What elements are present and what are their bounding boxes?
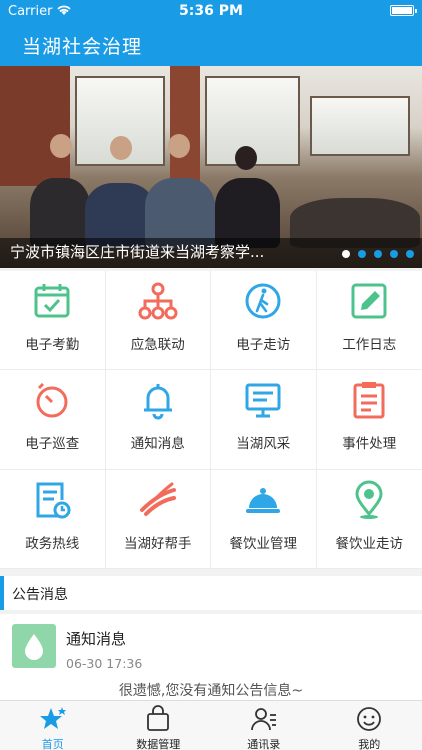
carousel-dot[interactable] <box>406 250 414 258</box>
bell-icon <box>138 380 178 420</box>
walking-person-icon <box>243 281 283 321</box>
food-cloche-icon <box>243 480 283 520</box>
grid-item-label: 电子走访 <box>236 337 291 353</box>
tab-profile[interactable]: 我的 <box>317 701 422 750</box>
grid-item-emergency[interactable]: 应急联动 <box>105 271 211 371</box>
tab-label: 通讯录 <box>247 738 281 750</box>
notice-date: 06-30 17:36 <box>66 656 143 671</box>
feature-grid: 电子考勤 应急联动 电子走访 工作日志 电子巡查 通知消息 当湖风采 事件处理 … <box>0 271 422 569</box>
notice-list-item[interactable]: 通知消息 06-30 17:36 很遗憾,您没有通知公告信息~ <box>0 614 422 700</box>
grid-item-label: 当湖好帮手 <box>124 535 192 552</box>
app-screen: Carrier 5:36 PM 当湖社会治理 宁波市镇海区庄市街道来当湖考察学.… <box>0 0 422 750</box>
grid-item-hotline[interactable]: 政务热线 <box>0 469 106 569</box>
grid-item-showcase[interactable]: 当湖风采 <box>211 370 317 470</box>
banner-caption[interactable]: 宁波市镇海区庄市街道来当湖考察学... <box>10 241 264 262</box>
tab-label: 我的 <box>358 738 381 750</box>
tab-label: 首页 <box>41 738 64 750</box>
grid-item-label: 当湖风采 <box>236 436 291 453</box>
photo-head <box>235 146 257 170</box>
section-title: 公告消息 <box>12 587 68 603</box>
photo-curtain <box>170 66 200 186</box>
swoosh-logo-icon <box>138 480 178 520</box>
grid-item-label: 工作日志 <box>342 337 397 353</box>
grid-item-attendance[interactable]: 电子考勤 <box>0 271 106 371</box>
stopwatch-icon <box>32 380 72 420</box>
tab-contacts[interactable]: 通讯录 <box>211 701 317 750</box>
grid-item-label: 餐饮业走访 <box>335 535 404 552</box>
star-icon <box>39 705 67 733</box>
bag-icon <box>144 705 172 733</box>
photo-head <box>50 134 72 158</box>
notice-section-header: 公告消息 <box>0 576 422 610</box>
carousel-dot[interactable] <box>374 250 382 258</box>
map-pin-icon <box>349 480 389 520</box>
bottom-tab-bar: 首页 数据管理 通讯录 我的 <box>0 700 422 750</box>
pencil-note-icon <box>349 281 389 321</box>
contacts-icon <box>250 705 278 733</box>
tab-data-management[interactable]: 数据管理 <box>106 701 212 750</box>
battery-icon <box>390 5 417 16</box>
top-bar: Carrier 5:36 PM 当湖社会治理 <box>0 0 422 66</box>
section-accent-bar <box>0 576 4 610</box>
network-nodes-icon <box>138 281 178 321</box>
empty-state-text: 很遗憾,您没有通知公告信息~ <box>118 683 304 699</box>
page-title: 当湖社会治理 <box>22 36 143 58</box>
carousel-dots <box>342 250 414 258</box>
grid-item-notifications[interactable]: 通知消息 <box>105 370 211 470</box>
grid-item-visit[interactable]: 电子走访 <box>211 271 317 371</box>
notice-title: 通知消息 <box>66 630 127 648</box>
carousel-dot[interactable] <box>342 250 350 258</box>
photo-head <box>168 134 190 158</box>
grid-item-label: 应急联动 <box>130 337 185 353</box>
document-clock-icon <box>32 480 72 520</box>
notice-thumb-icon <box>12 624 56 668</box>
grid-item-events[interactable]: 事件处理 <box>316 370 422 470</box>
calendar-check-icon <box>32 281 72 321</box>
grid-item-label: 事件处理 <box>342 436 397 453</box>
grid-item-label: 餐饮业管理 <box>229 535 298 552</box>
grid-item-label: 政务热线 <box>25 535 80 552</box>
grid-item-patrol[interactable]: 电子巡查 <box>0 370 106 470</box>
monitor-board-icon <box>243 380 283 420</box>
tab-home[interactable]: 首页 <box>0 701 106 750</box>
grid-item-helper[interactable]: 当湖好帮手 <box>105 469 211 569</box>
clock: 5:36 PM <box>179 3 243 19</box>
grid-item-catering-mgmt[interactable]: 餐饮业管理 <box>211 469 317 569</box>
grid-item-worklog[interactable]: 工作日志 <box>316 271 422 371</box>
grid-item-label: 电子考勤 <box>25 337 80 353</box>
tab-label: 数据管理 <box>136 738 181 750</box>
carousel-dot[interactable] <box>390 250 398 258</box>
grid-item-catering-visit[interactable]: 餐饮业走访 <box>316 470 422 569</box>
photo-window <box>310 96 410 156</box>
grid-item-label: 通知消息 <box>130 436 185 453</box>
smiley-icon <box>355 705 383 733</box>
grid-item-label: 电子巡查 <box>25 436 80 453</box>
status-bar: Carrier 5:36 PM <box>0 0 422 22</box>
photo-head <box>110 136 132 160</box>
banner-carousel[interactable]: 宁波市镇海区庄市街道来当湖考察学... <box>0 66 422 268</box>
clipboard-list-icon <box>349 380 389 420</box>
photo-curtain <box>0 66 70 186</box>
carousel-dot[interactable] <box>358 250 366 258</box>
